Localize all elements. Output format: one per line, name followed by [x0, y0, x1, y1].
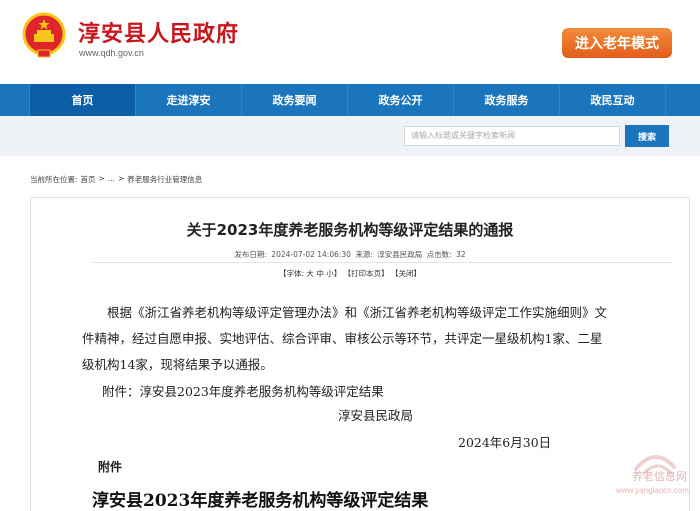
nav-spacer [0, 84, 30, 116]
views-value: 32 [456, 250, 466, 259]
nav-item-disclosure[interactable]: 政务公开 [348, 84, 454, 116]
font-medium-button[interactable]: 中 [316, 269, 324, 278]
site-url: www.qdh.gov.cn [79, 48, 144, 58]
font-size-label: 【字体: [279, 269, 305, 278]
breadcrumb: 当前所在位置: 首页 > ... > 养老服务行业管理信息 [30, 174, 202, 185]
font-small-button[interactable]: 小】 [326, 269, 341, 278]
search-input[interactable]: 请输入标题或关键字检索新闻 [404, 126, 620, 146]
breadcrumb-ellipsis[interactable]: ... [108, 174, 115, 185]
article-title: 关于2023年度养老服务机构等级评定结果的通报 [186, 221, 514, 239]
search-button[interactable]: 搜索 [625, 125, 669, 147]
attachment-heading: 附件 [98, 460, 123, 474]
breadcrumb-separator: > [117, 174, 125, 183]
nav-item-interaction[interactable]: 政民互动 [560, 84, 666, 116]
breadcrumb-current[interactable]: 养老服务行业管理信息 [127, 174, 202, 185]
signature-org: 淳安县民政局 [338, 408, 414, 423]
nav-item-about[interactable]: 走进淳安 [136, 84, 242, 116]
site-header: 淳安县人民政府 www.qdh.gov.cn 进入老年模式 [0, 0, 700, 84]
close-button[interactable]: 【关闭】 [391, 269, 421, 278]
font-large-button[interactable]: 大 [306, 269, 314, 278]
article-meta: 发布日期: 2024-07-02 14:06:30 来源: 淳安县民政局 点击数… [0, 249, 700, 260]
article-tools: 【字体: 大 中 小】 【打印本页】 【关闭】 [0, 268, 700, 279]
elder-mode-button[interactable]: 进入老年模式 [562, 28, 672, 58]
nav-item-news[interactable]: 政务要闻 [242, 84, 348, 116]
main-nav: 首页 走进淳安 政务要闻 政务公开 政务服务 政民互动 [0, 84, 700, 116]
article-body: 根据《浙江省养老机构等级评定管理办法》和《浙江省养老机构等级评定工作实施细则》文… [82, 300, 612, 378]
nav-item-home[interactable]: 首页 [30, 84, 136, 116]
breadcrumb-separator: > [98, 174, 105, 183]
watermark-text: 养老信息网 [632, 470, 687, 483]
source-value: 淳安县民政局 [377, 250, 423, 259]
source-label: 来源: [355, 250, 373, 259]
signature-date: 2024年6月30日 [458, 435, 552, 450]
national-emblem-icon [22, 12, 66, 58]
watermark-url: www.yanglaocn.com [616, 486, 689, 495]
attachment-link[interactable]: 附件：淳安县2023年度养老服务机构等级评定结果 [102, 381, 384, 400]
breadcrumb-prefix: 当前所在位置: [30, 175, 78, 184]
date-label: 发布日期: [234, 250, 267, 259]
meta-divider [92, 262, 672, 263]
article-paragraph: 根据《浙江省养老机构等级评定管理办法》和《浙江省养老机构等级评定工作实施细则》文… [82, 305, 608, 372]
views-label: 点击数: [426, 250, 452, 259]
print-button[interactable]: 【打印本页】 [344, 269, 389, 278]
attachment-title: 淳安县2023年度养老服务机构等级评定结果 [92, 491, 429, 511]
publish-date: 2024-07-02 14:06:30 [271, 250, 351, 259]
site-title[interactable]: 淳安县人民政府 [78, 16, 239, 48]
nav-item-services[interactable]: 政务服务 [454, 84, 560, 116]
breadcrumb-home[interactable]: 首页 [81, 174, 96, 185]
